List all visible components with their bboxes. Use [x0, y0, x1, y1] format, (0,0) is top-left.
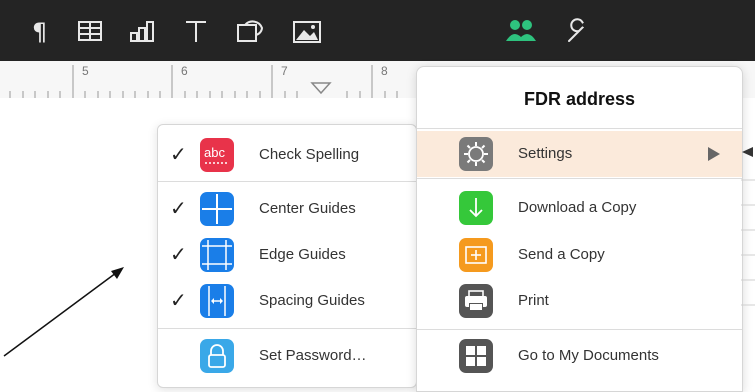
toolbar: ¶	[0, 0, 755, 61]
ruler-number: 5	[82, 64, 89, 78]
settings-row[interactable]: Settings	[417, 131, 742, 177]
ruler-number: 7	[281, 64, 288, 78]
tools-wrench-icon[interactable]	[563, 16, 593, 46]
divider	[417, 329, 742, 330]
chart-icon[interactable]	[128, 16, 158, 46]
download-icon	[459, 191, 493, 225]
edge-cropped-content	[741, 147, 755, 306]
my-documents-label: Go to My Documents	[518, 347, 659, 364]
download-copy-label: Download a Copy	[518, 199, 637, 216]
send-copy-icon	[459, 238, 493, 272]
svg-text:¶: ¶	[32, 18, 47, 46]
submenu-arrow-icon	[708, 147, 720, 161]
checkmark-icon: ✓	[170, 290, 187, 312]
document-title: FDR address	[523, 89, 636, 109]
send-copy-label: Send a Copy	[518, 246, 605, 263]
center-guides-label: Center Guides	[259, 200, 356, 217]
shape-icon[interactable]	[235, 16, 265, 46]
view-options-popover: ✓ abc Check Spelling ✓ Center Guides ✓ E…	[157, 124, 417, 388]
tab-stop-marker	[310, 82, 332, 95]
print-row[interactable]: Print	[417, 278, 742, 324]
center-guides-icon	[200, 192, 234, 226]
send-copy-row[interactable]: Send a Copy	[417, 232, 742, 278]
documents-grid-icon	[459, 339, 493, 373]
center-guides-row[interactable]: ✓ Center Guides	[158, 186, 416, 232]
checkmark-icon: ✓	[170, 198, 187, 220]
tools-popover: FDR address Settings Download a Copy Sen…	[416, 66, 743, 392]
edge-guides-label: Edge Guides	[259, 246, 346, 263]
divider	[417, 178, 742, 179]
ruler-number: 8	[381, 64, 388, 78]
print-label: Print	[518, 292, 549, 309]
checkmark-icon: ✓	[170, 244, 187, 266]
set-password-row[interactable]: Set Password…	[158, 333, 416, 379]
edge-guides-row[interactable]: ✓ Edge Guides	[158, 232, 416, 278]
lock-icon	[200, 339, 234, 373]
edge-guides-icon	[200, 238, 234, 272]
gear-icon	[459, 137, 493, 171]
spacing-guides-row[interactable]: ✓ Spacing Guides	[158, 278, 416, 324]
check-spelling-label: Check Spelling	[259, 146, 360, 163]
text-icon[interactable]	[182, 16, 212, 46]
svg-text:abc: abc	[204, 145, 225, 160]
printer-icon	[459, 284, 493, 318]
download-copy-row[interactable]: Download a Copy	[417, 185, 742, 231]
annotation-arrow	[3, 267, 124, 357]
abc-spelling-icon: abc	[200, 138, 234, 172]
divider	[417, 128, 742, 129]
check-spelling-row[interactable]: ✓ abc Check Spelling	[158, 132, 416, 178]
my-documents-row[interactable]: Go to My Documents	[417, 333, 742, 379]
ruler-number: 6	[181, 64, 188, 78]
collaborate-icon[interactable]	[504, 16, 538, 46]
checkmark-icon: ✓	[170, 144, 187, 166]
spacing-guides-label: Spacing Guides	[259, 292, 365, 309]
divider	[158, 328, 416, 329]
settings-label: Settings	[518, 145, 573, 162]
paragraph-icon[interactable]: ¶	[27, 16, 57, 46]
divider	[158, 181, 416, 182]
spacing-guides-icon	[200, 284, 234, 318]
image-icon[interactable]	[292, 16, 322, 46]
table-icon[interactable]	[76, 16, 106, 46]
set-password-label: Set Password…	[259, 347, 367, 364]
